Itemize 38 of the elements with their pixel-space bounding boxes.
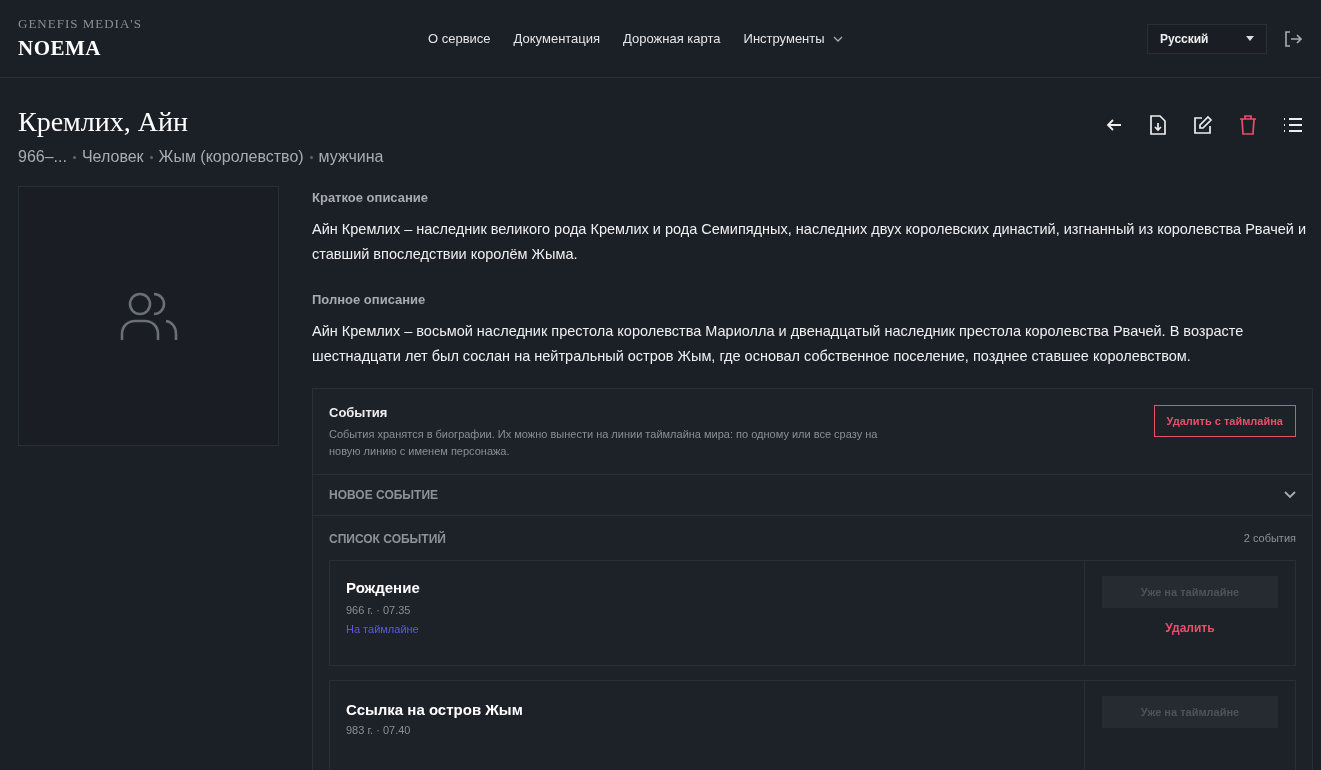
description-text: Айн Кремлих – наследник великого рода Кремлих и рода Семипядных, наследних двух королевских династий, изгнанный из королевства Рвачей и ставший впоследствии королём Жыма.	[312, 220, 1307, 265]
meta-item: Человек	[81, 148, 144, 166]
list-icon[interactable]	[1283, 117, 1303, 133]
separator-dot	[72, 155, 76, 159]
page-title: Кремлих, Айн	[18, 106, 189, 138]
meta-item: Жым (королевство)	[158, 148, 304, 166]
chevron-down-icon	[832, 35, 843, 42]
logout-icon[interactable]	[1283, 28, 1303, 49]
separator-dot	[309, 155, 313, 159]
language-select[interactable]: Русский	[1147, 23, 1267, 54]
separator-dot	[149, 155, 153, 159]
users-icon	[119, 290, 178, 342]
new-event-toggle[interactable]: НОВОЕ СОБЫТИЕ	[313, 474, 1312, 516]
logo[interactable]: NOEMA	[18, 36, 398, 61]
event-date: 966 г. · 07.35	[346, 603, 412, 616]
event-title: Рождение	[346, 578, 421, 596]
panel-description: События хранятся в биографии. Их можно вынести на линии таймлайна мира: по одному или все сразу на новую линию с именем персонажа.	[329, 426, 879, 459]
event-title: Ссылка на остров Жым	[346, 700, 524, 718]
section-heading: Полное описание	[312, 291, 427, 307]
delete-event-button[interactable]: Удалить	[1159, 619, 1221, 636]
nav-link[interactable]: Инструменты	[743, 31, 843, 46]
download-file-icon[interactable]	[1149, 115, 1167, 135]
remove-from-timeline-button[interactable]: Удалить с таймлайна	[1153, 404, 1296, 437]
description-text: Айн Кремлих – восьмой наследник престола королевства Мариолла и двенадцатый наследник престола королевства Рвачей. В возрасте шестнадцати лет был сослан на нейтральный остров Жым, где основал собственное поселение, позднее ставшее королевством.	[312, 321, 1245, 367]
caret-icon	[1246, 36, 1254, 41]
event-date: 983 г. · 07.40	[346, 723, 412, 736]
delete-icon[interactable]	[1239, 115, 1257, 135]
list-label: СПИСОК СОБЫТИЙ	[329, 531, 446, 546]
edit-icon[interactable]	[1193, 115, 1213, 135]
section-heading: Краткое описание	[312, 190, 430, 205]
event-count: 2 события	[1243, 531, 1296, 546]
nav-link[interactable]: Документация	[513, 31, 601, 46]
logo-subtitle: GENEFIS MEDIA'S	[18, 16, 143, 32]
nav-link[interactable]: Дорожная карта	[623, 31, 721, 46]
meta-item: 966–...	[18, 148, 67, 166]
nav-link[interactable]: О сервисе	[428, 31, 491, 46]
meta-item: мужчина	[318, 148, 384, 166]
panel-title: События	[329, 404, 389, 420]
